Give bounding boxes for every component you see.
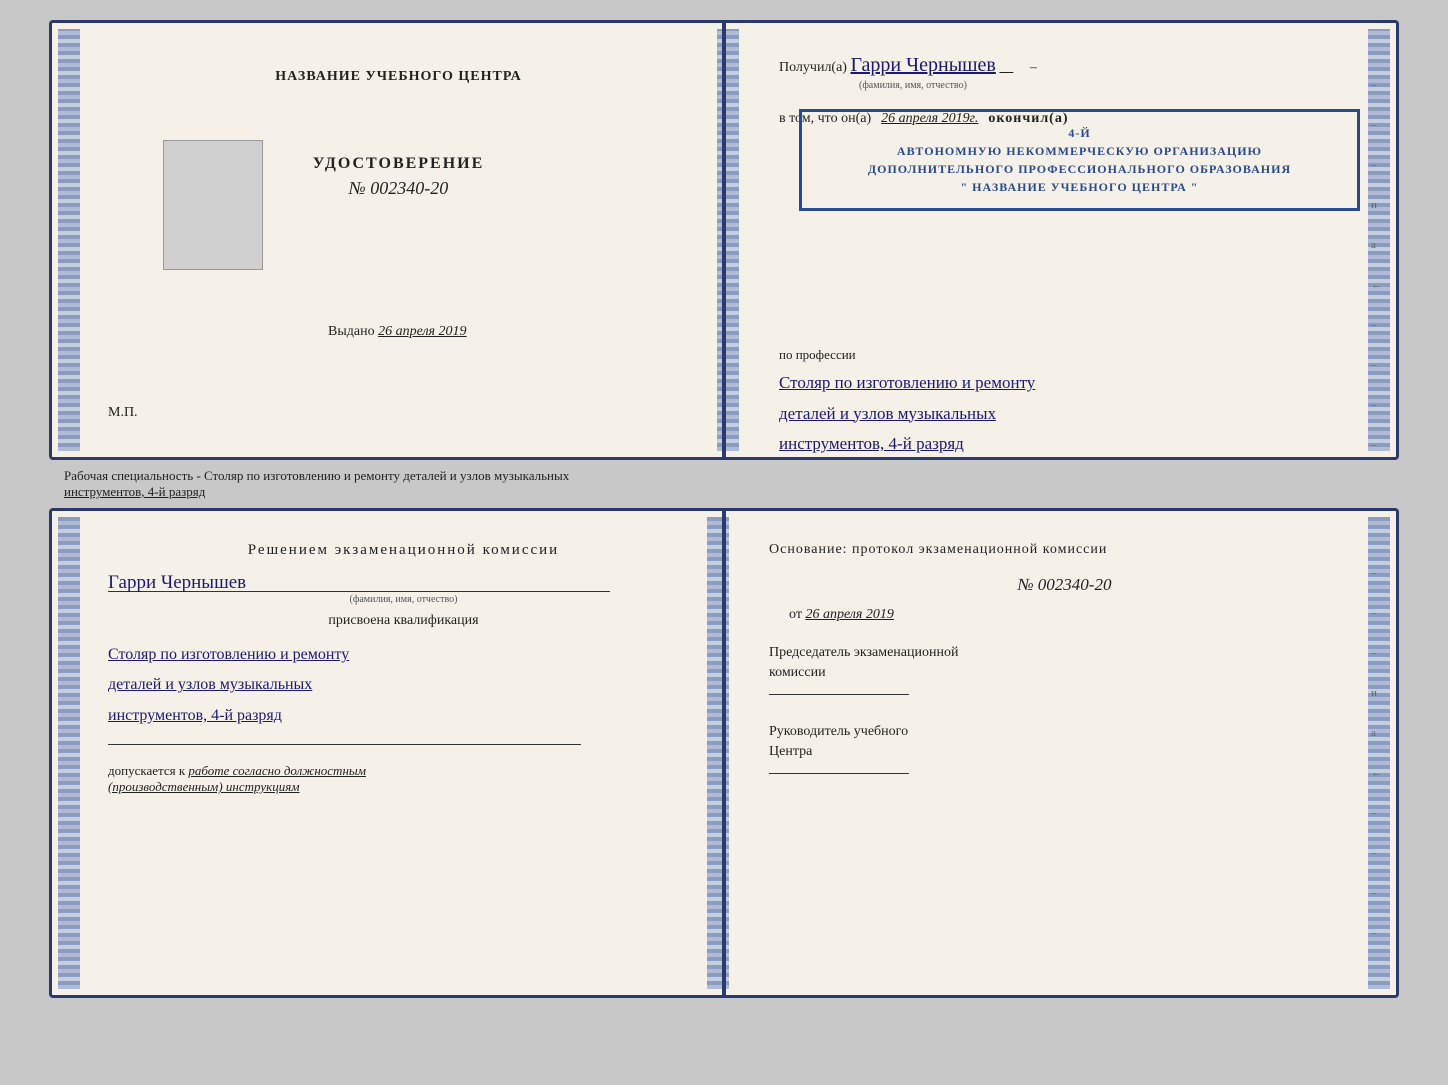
- rukovoditel-line1: Руководитель учебного: [769, 724, 908, 739]
- top-left-page: НАЗВАНИЕ УЧЕБНОГО ЦЕНТРА УДОСТОВЕРЕНИЕ №…: [52, 23, 739, 457]
- rukovoditel-line2: Центра: [769, 744, 812, 759]
- separator-text: Рабочая специальность - Столяр по изгото…: [49, 460, 1399, 508]
- right-margin-dashes: – – – и а ← – – – –: [1371, 79, 1382, 451]
- profession-line2-bottom: деталей и узлов музыкальных: [108, 670, 699, 700]
- ot-date: 26 апреля 2019: [805, 607, 893, 622]
- profession-line3-bottom: инструментов, 4-й разряд: [108, 701, 699, 731]
- photo-placeholder: [163, 140, 263, 270]
- top-booklet: НАЗВАНИЕ УЧЕБНОГО ЦЕНТРА УДОСТОВЕРЕНИЕ №…: [49, 20, 1399, 460]
- profession-line1-top: Столяр по изготовлению и ремонту: [779, 368, 1360, 399]
- document-wrapper: НАЗВАНИЕ УЧЕБНОГО ЦЕНТРА УДОСТОВЕРЕНИЕ №…: [20, 20, 1428, 998]
- resheniem-line: Решением экзаменационной комиссии: [108, 542, 699, 559]
- profession-bottom: Столяр по изготовлению и ремонту деталей…: [108, 640, 699, 731]
- po-professii: по профессии: [779, 347, 1360, 363]
- osnovanie-line: Основание: протокол экзаменационной коми…: [769, 542, 1360, 558]
- top-right-page: Получил(а) Гарри Чернышев – (фамилия, им…: [739, 23, 1396, 457]
- prisvoena: присвоена квалификация: [108, 613, 699, 629]
- udostoverenie-label: УДОСТОВЕРЕНИЕ: [313, 155, 485, 173]
- center-title: НАЗВАНИЕ УЧЕБНОГО ЦЕНТРА: [275, 69, 521, 85]
- bottom-right-page: Основание: протокол экзаменационной коми…: [729, 511, 1396, 995]
- separator-line1: Рабочая специальность - Столяр по изгото…: [64, 468, 569, 483]
- bottom-left-page: Решением экзаменационной комиссии Гарри …: [52, 511, 729, 995]
- razryad-badge: 4-й: [1068, 126, 1090, 140]
- vydano-label: Выдано: [328, 324, 375, 339]
- ot-line: от 26 апреля 2019: [789, 607, 1360, 623]
- poluchil-line: Получил(а) Гарри Чернышев – (фамилия, им…: [779, 54, 1360, 93]
- dopuskaetsya: допускается к работе согласно должностны…: [108, 763, 699, 795]
- profession-line2-top: деталей и узлов музыкальных: [779, 399, 1360, 430]
- profession-line1-bottom: Столяр по изготовлению и ремонту: [108, 640, 699, 670]
- predsedatel-line1: Председатель экзаменационной: [769, 645, 958, 660]
- mp-line: М.П.: [108, 405, 138, 421]
- right-margin-dashes-bottom: – – – и а ← – – – –: [1371, 567, 1382, 939]
- predsedatel-sign-blank: [769, 694, 909, 695]
- predsedatel-line2: комиссии: [769, 665, 826, 680]
- dopusk-prefix: допускается к: [108, 763, 185, 778]
- dopusk-text1: работе согласно должностным: [188, 763, 366, 778]
- stamp-block: 4-й АВТОНОМНУЮ НЕКОММЕРЧЕСКУЮ ОРГАНИЗАЦИ…: [799, 109, 1360, 211]
- signature-blank-bottom: [108, 744, 581, 745]
- rukovoditel-block: Руководитель учебного Центра: [769, 722, 1360, 779]
- separator-line2: инструментов, 4-й разряд: [64, 484, 205, 499]
- vydano-line: Выдано 26 апреля 2019: [328, 324, 467, 340]
- stamp-center: " НАЗВАНИЕ УЧЕБНОГО ЦЕНТРА ": [817, 178, 1342, 196]
- stamp-line2: ДОПОЛНИТЕЛЬНОГО ПРОФЕССИОНАЛЬНОГО ОБРАЗО…: [817, 160, 1342, 178]
- udostoverenie-block: УДОСТОВЕРЕНИЕ № 002340-20: [313, 155, 485, 199]
- predsedatel-block: Председатель экзаменационной комиссии: [769, 643, 1360, 700]
- profession-top: Столяр по изготовлению и ремонту деталей…: [779, 368, 1360, 460]
- profession-line3-top: инструментов, 4-й разряд: [779, 429, 1360, 460]
- poluchil-text: Получил(а): [779, 60, 847, 75]
- stamp-line1: АВТОНОМНУЮ НЕКОММЕРЧЕСКУЮ ОРГАНИЗАЦИЮ: [817, 142, 1342, 160]
- dopusk-text2: (производственным) инструкциям: [108, 779, 300, 794]
- ot-prefix: от: [789, 607, 802, 622]
- fio-hint-bottom: (фамилия, имя, отчество): [108, 594, 699, 605]
- protocol-number: № 002340-20: [769, 575, 1360, 595]
- recipient-name-top: Гарри Чернышев: [850, 54, 995, 76]
- bottom-booklet: Решением экзаменационной комиссии Гарри …: [49, 508, 1399, 998]
- vydano-date: 26 апреля 2019: [378, 324, 466, 339]
- rukovoditel-sign-blank: [769, 773, 909, 774]
- fio-hint-top: (фамилия, имя, отчество): [859, 80, 967, 91]
- bottom-name-block: Гарри Чернышев (фамилия, имя, отчество): [108, 572, 699, 605]
- udostoverenie-number: № 002340-20: [313, 178, 485, 199]
